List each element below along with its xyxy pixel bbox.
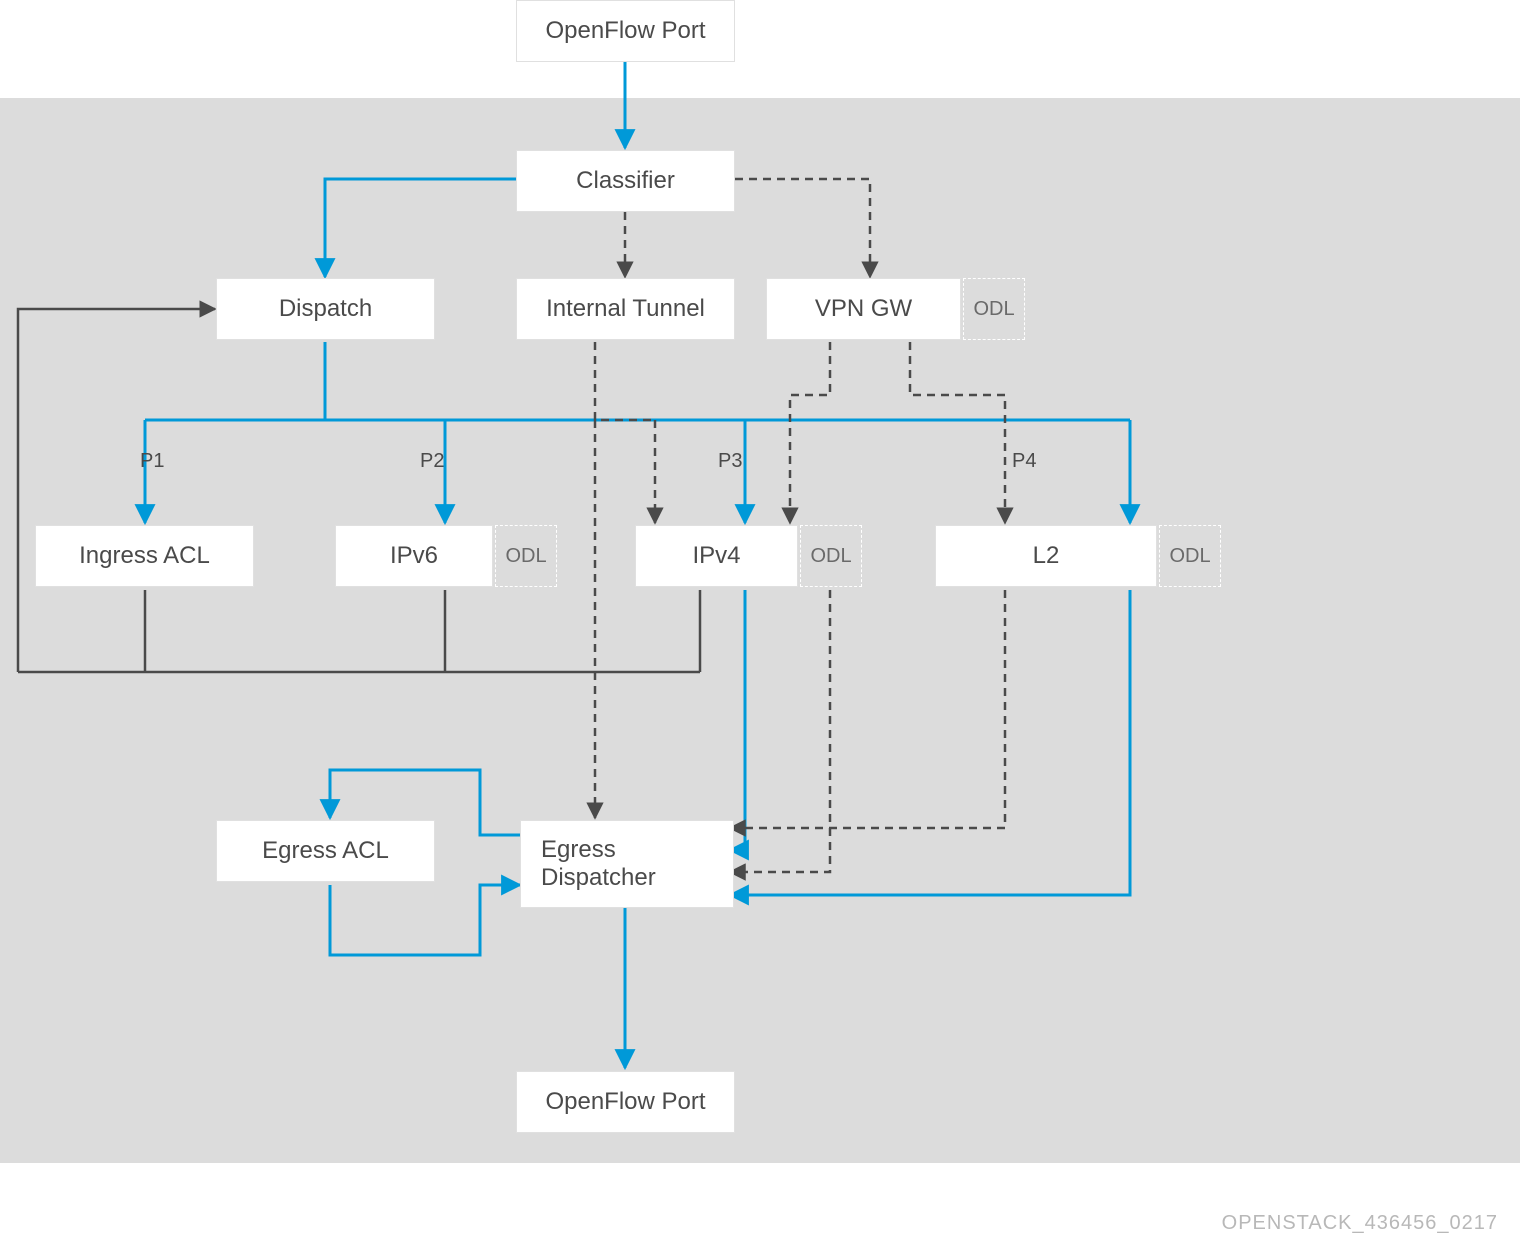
node-l2: L2 (935, 525, 1157, 587)
label: Ingress ACL (79, 542, 210, 570)
diagram-background (0, 98, 1520, 1163)
label: OpenFlow Port (545, 17, 705, 45)
node-classifier: Classifier (516, 150, 735, 212)
label: ODL (973, 298, 1014, 321)
label: Classifier (576, 167, 675, 195)
node-ipv6: IPv6 (335, 525, 493, 587)
odl-ipv4: ODL (800, 525, 862, 587)
label: VPN GW (815, 295, 912, 323)
node-openflow-port-top: OpenFlow Port (516, 0, 735, 62)
node-ingress-acl: Ingress ACL (35, 525, 254, 587)
label-p2: P2 (420, 450, 444, 473)
node-egress-acl: Egress ACL (216, 820, 435, 882)
label-p1: P1 (140, 450, 164, 473)
label: Egress Dispatcher (541, 836, 733, 892)
label: Egress ACL (262, 837, 389, 865)
label: ODL (505, 545, 546, 568)
label: L2 (1033, 542, 1060, 570)
node-egress-dispatcher: Egress Dispatcher (520, 820, 734, 908)
odl-vpn-gw: ODL (963, 278, 1025, 340)
odl-ipv6: ODL (495, 525, 557, 587)
diagram-canvas: OpenFlow Port Classifier Dispatch Intern… (0, 0, 1520, 1249)
label-p4: P4 (1012, 450, 1036, 473)
label: ODL (810, 545, 851, 568)
node-dispatch: Dispatch (216, 278, 435, 340)
odl-l2: ODL (1159, 525, 1221, 587)
label: IPv6 (390, 542, 438, 570)
label: IPv4 (692, 542, 740, 570)
label: Internal Tunnel (546, 295, 705, 323)
watermark: OPENSTACK_436456_0217 (1222, 1212, 1498, 1235)
label: OpenFlow Port (545, 1088, 705, 1116)
label-p3: P3 (718, 450, 742, 473)
label: ODL (1169, 545, 1210, 568)
node-ipv4: IPv4 (635, 525, 798, 587)
node-openflow-port-bottom: OpenFlow Port (516, 1071, 735, 1133)
node-internal-tunnel: Internal Tunnel (516, 278, 735, 340)
node-vpn-gw: VPN GW (766, 278, 961, 340)
label: Dispatch (279, 295, 372, 323)
